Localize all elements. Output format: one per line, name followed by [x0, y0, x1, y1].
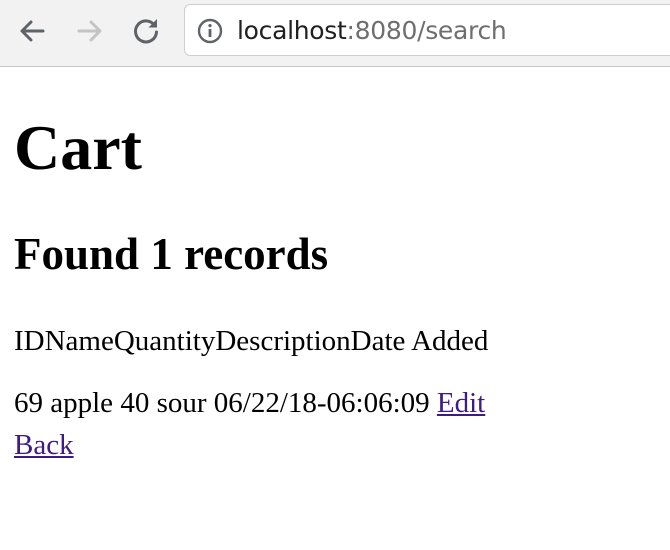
edit-link[interactable]: Edit [437, 387, 485, 419]
reload-icon [134, 19, 158, 44]
cell-description: sour [156, 387, 207, 419]
column-header-description: Description [215, 325, 351, 357]
column-header-date-added: Date Added [350, 325, 489, 357]
url-host: localhost [237, 16, 347, 45]
reload-button[interactable] [128, 13, 164, 49]
address-bar[interactable]: localhost:8080/search [184, 4, 670, 56]
arrow-left-icon [20, 20, 45, 42]
column-header-name: Name [44, 325, 114, 357]
column-header-id: ID [14, 325, 45, 357]
cell-id: 69 [14, 387, 43, 419]
cell-date-added: 06/22/18-06:06:09 [213, 387, 430, 419]
url-text[interactable]: localhost:8080/search [237, 15, 507, 47]
back-button[interactable] [14, 13, 50, 49]
url-path: :8080/search [346, 16, 507, 45]
table-row: 69 apple 40 sour 06/22/18-06:06:09 Edit [14, 386, 485, 420]
back-link[interactable]: Back [14, 428, 74, 462]
arrow-right-icon [77, 20, 102, 42]
page-title: Cart [14, 112, 142, 183]
cell-quantity: 40 [120, 387, 150, 419]
cell-name: apple [50, 387, 114, 419]
results-heading: Found 1 records [14, 229, 329, 279]
browser-toolbar: localhost:8080/search [0, 0, 670, 67]
forward-button[interactable] [72, 13, 108, 49]
table-header: IDNameQuantityDescriptionDate Added [14, 324, 488, 358]
column-header-quantity: Quantity [113, 325, 216, 357]
info-circle-icon[interactable] [197, 18, 223, 44]
